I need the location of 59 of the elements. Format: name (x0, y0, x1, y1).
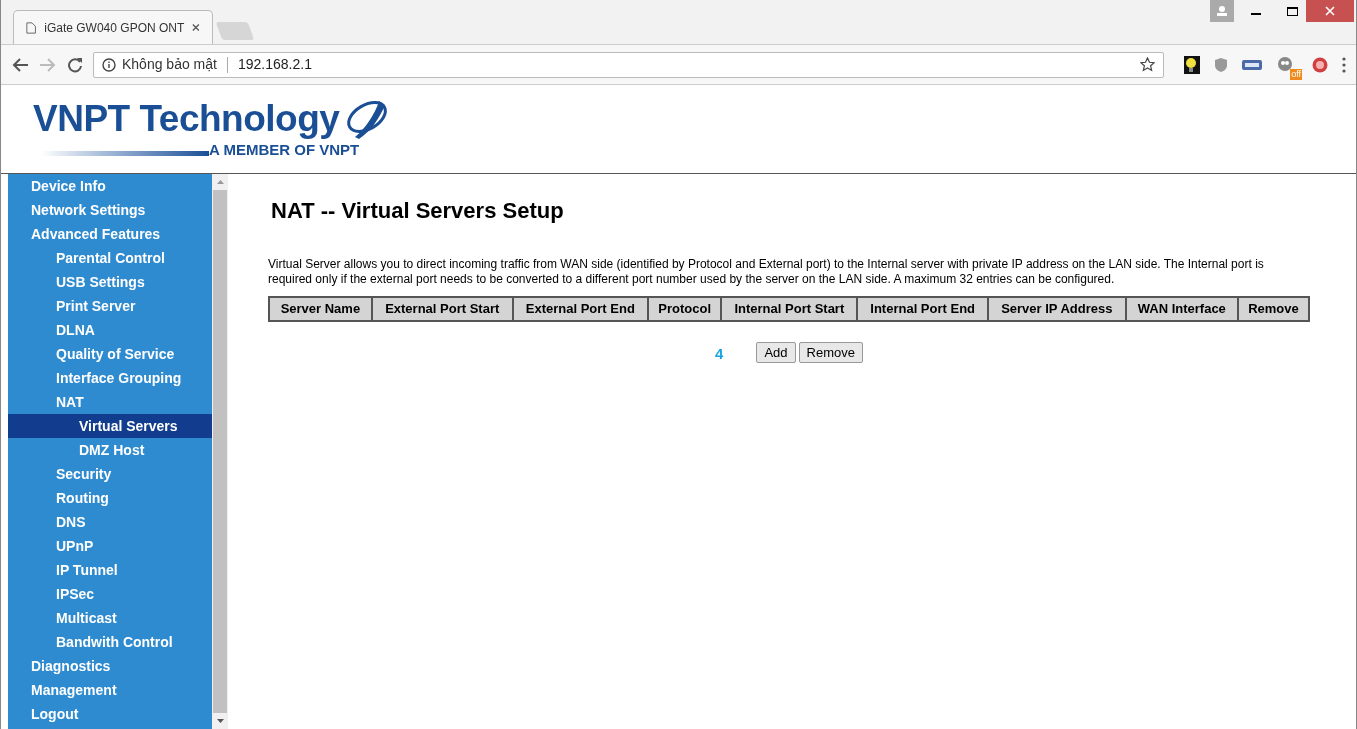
page-icon (26, 20, 37, 35)
sidebar-item[interactable]: Multicast (8, 606, 212, 630)
sidebar-item[interactable]: IPSec (8, 582, 212, 606)
address-bar[interactable]: Không bảo mật 192.168.2.1 (93, 51, 1164, 78)
tab-title: iGate GW040 GPON ONT (44, 19, 185, 37)
sidebar-item[interactable]: Virtual Servers (8, 414, 212, 438)
shield-icon[interactable] (1214, 56, 1228, 73)
security-label: Không bảo mật (122, 55, 217, 74)
scrollbar[interactable] (212, 174, 228, 729)
sidebar-item[interactable]: Parental Control (8, 246, 212, 270)
sidebar-item[interactable]: Device Info (8, 174, 212, 198)
browser-tab[interactable]: iGate GW040 GPON ONT (13, 10, 213, 44)
close-icon (1325, 6, 1335, 16)
sidebar-item[interactable]: NAT (8, 390, 212, 414)
sidebar-item[interactable]: Network Settings (8, 198, 212, 222)
sidebar-item[interactable]: DMZ Host (8, 438, 212, 462)
reload-icon[interactable] (67, 56, 83, 73)
column-header: External Port End (512, 297, 648, 321)
back-icon[interactable] (11, 56, 29, 73)
sidebar-item[interactable]: Logout (8, 702, 212, 726)
sidebar-item[interactable]: IP Tunnel (8, 558, 212, 582)
remove-button[interactable]: Remove (798, 341, 863, 363)
sidebar-item[interactable]: Bandwith Control (8, 630, 212, 654)
close-icon[interactable] (192, 23, 200, 32)
menu-icon[interactable] (1342, 56, 1346, 73)
sidebar-item[interactable]: DNS (8, 510, 212, 534)
extension-icon[interactable] (1242, 58, 1262, 71)
column-header: Internal Port Start (721, 297, 858, 321)
bookmark-star-icon[interactable] (1140, 57, 1155, 72)
info-icon[interactable] (102, 57, 116, 72)
url-text: 192.168.2.1 (237, 55, 312, 74)
off-badge: off (1290, 68, 1302, 80)
step-number: 4 (715, 344, 724, 364)
sidebar-item[interactable]: UPnP (8, 534, 212, 558)
blocker-icon[interactable] (1312, 56, 1328, 73)
add-button[interactable]: Add (756, 341, 796, 363)
sidebar-item[interactable]: Routing (8, 486, 212, 510)
column-header: Internal Port End (857, 297, 988, 321)
lightbulb-icon[interactable] (1184, 55, 1200, 74)
page-title: NAT -- Virtual Servers Setup (271, 197, 565, 225)
sidebar-item[interactable]: Diagnostics (8, 654, 212, 678)
column-header: Protocol (647, 297, 722, 321)
sidebar-item[interactable]: DLNA (8, 318, 212, 342)
sidebar-item[interactable]: Interface Grouping (8, 366, 212, 390)
sidebar-item[interactable]: Print Server (8, 294, 212, 318)
scroll-down-icon[interactable] (216, 719, 224, 723)
column-header: Remove (1237, 297, 1309, 321)
column-header: Server Name (269, 297, 372, 321)
sidebar-item[interactable]: USB Settings (8, 270, 212, 294)
column-header: External Port Start (371, 297, 513, 321)
sidebar-item[interactable]: Quality of Service (8, 342, 212, 366)
column-header: Server IP Address (987, 297, 1126, 321)
sidebar-item[interactable]: Security (8, 462, 212, 486)
sidebar-item[interactable]: Management (8, 678, 212, 702)
sidebar-item[interactable]: Advanced Features (8, 222, 212, 246)
tagline: A MEMBER OF VNPT (209, 140, 360, 160)
column-header: WAN Interface (1125, 297, 1238, 321)
logo-text: VNPT Technology (33, 97, 340, 141)
description: Virtual Server allows you to direct incoming traffic from WAN side (identified by Protocol and External port) to the Internal server with private IP address on the LAN side. The Internal port is required only if the external port needs to be converted to a different port number used by the server on the LAN side. A maximum 32 entries can be configured. (268, 257, 1265, 287)
